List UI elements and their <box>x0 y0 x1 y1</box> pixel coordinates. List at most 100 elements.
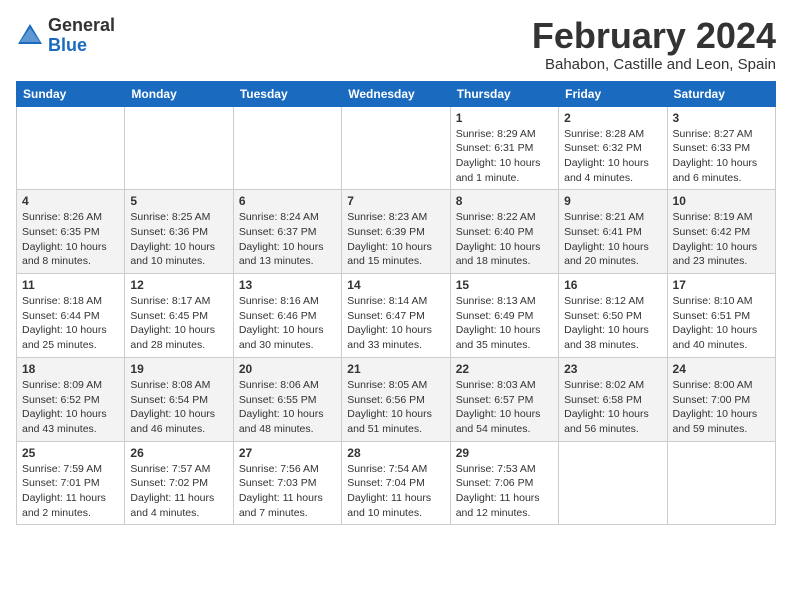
day-info: Sunrise: 7:57 AMSunset: 7:02 PMDaylight:… <box>130 462 227 521</box>
calendar-week-row: 4 Sunrise: 8:26 AMSunset: 6:35 PMDaylight… <box>17 190 776 274</box>
calendar-cell: 1 Sunrise: 8:29 AMSunset: 6:31 PMDaylight… <box>450 106 558 190</box>
calendar-cell: 28Sunrise: 7:54 AMSunset: 7:04 PMDayligh… <box>342 441 450 525</box>
day-number: 3 <box>673 111 770 125</box>
day-number: 4 <box>22 194 119 208</box>
day-info: Sunrise: 8:25 AMSunset: 6:36 PMDaylight:… <box>130 210 227 269</box>
day-number: 6 <box>239 194 336 208</box>
calendar-cell: 6 Sunrise: 8:24 AMSunset: 6:37 PMDaylight… <box>233 190 341 274</box>
day-info: Sunrise: 8:26 AMSunset: 6:35 PMDaylight:… <box>22 210 119 269</box>
calendar-header-row: SundayMondayTuesdayWednesdayThursdayFrid… <box>17 81 776 106</box>
calendar-cell: 9 Sunrise: 8:21 AMSunset: 6:41 PMDaylight… <box>559 190 667 274</box>
day-number: 21 <box>347 362 444 376</box>
calendar-cell <box>559 441 667 525</box>
day-info: Sunrise: 8:19 AMSunset: 6:42 PMDaylight:… <box>673 210 770 269</box>
day-number: 17 <box>673 278 770 292</box>
calendar-week-row: 11Sunrise: 8:18 AMSunset: 6:44 PMDayligh… <box>17 274 776 358</box>
day-info: Sunrise: 8:09 AMSunset: 6:52 PMDaylight:… <box>22 378 119 437</box>
day-number: 24 <box>673 362 770 376</box>
day-info: Sunrise: 8:05 AMSunset: 6:56 PMDaylight:… <box>347 378 444 437</box>
day-number: 2 <box>564 111 661 125</box>
day-info: Sunrise: 8:14 AMSunset: 6:47 PMDaylight:… <box>347 294 444 353</box>
day-number: 1 <box>456 111 553 125</box>
calendar-cell: 29Sunrise: 7:53 AMSunset: 7:06 PMDayligh… <box>450 441 558 525</box>
day-info: Sunrise: 8:10 AMSunset: 6:51 PMDaylight:… <box>673 294 770 353</box>
day-number: 28 <box>347 446 444 460</box>
logo: General Blue <box>16 16 115 56</box>
day-info: Sunrise: 8:21 AMSunset: 6:41 PMDaylight:… <box>564 210 661 269</box>
calendar-header-wednesday: Wednesday <box>342 81 450 106</box>
day-number: 20 <box>239 362 336 376</box>
day-info: Sunrise: 8:17 AMSunset: 6:45 PMDaylight:… <box>130 294 227 353</box>
day-number: 22 <box>456 362 553 376</box>
day-info: Sunrise: 7:59 AMSunset: 7:01 PMDaylight:… <box>22 462 119 521</box>
calendar-cell: 16 Sunrise: 8:12 AMSunset: 6:50 PMDayligh… <box>559 274 667 358</box>
calendar-week-row: 25 Sunrise: 7:59 AMSunset: 7:01 PMDayligh… <box>17 441 776 525</box>
month-title: February 2024 <box>532 16 776 56</box>
day-number: 18 <box>22 362 119 376</box>
day-info: Sunrise: 8:22 AMSunset: 6:40 PMDaylight:… <box>456 210 553 269</box>
logo-text: General Blue <box>48 16 115 56</box>
day-info: Sunrise: 8:00 AMSunset: 7:00 PMDaylight:… <box>673 378 770 437</box>
day-info: Sunrise: 8:23 AMSunset: 6:39 PMDaylight:… <box>347 210 444 269</box>
day-number: 13 <box>239 278 336 292</box>
calendar-cell: 26 Sunrise: 7:57 AMSunset: 7:02 PMDayligh… <box>125 441 233 525</box>
calendar-cell <box>667 441 775 525</box>
day-number: 15 <box>456 278 553 292</box>
calendar-header-thursday: Thursday <box>450 81 558 106</box>
calendar-cell <box>342 106 450 190</box>
day-info: Sunrise: 8:02 AMSunset: 6:58 PMDaylight:… <box>564 378 661 437</box>
calendar-cell: 20Sunrise: 8:06 AMSunset: 6:55 PMDayligh… <box>233 357 341 441</box>
calendar-cell: 22 Sunrise: 8:03 AMSunset: 6:57 PMDayligh… <box>450 357 558 441</box>
calendar-week-row: 18 Sunrise: 8:09 AMSunset: 6:52 PMDayligh… <box>17 357 776 441</box>
day-info: Sunrise: 8:12 AMSunset: 6:50 PMDaylight:… <box>564 294 661 353</box>
day-number: 26 <box>130 446 227 460</box>
calendar-table: SundayMondayTuesdayWednesdayThursdayFrid… <box>16 81 776 526</box>
calendar-cell: 27 Sunrise: 7:56 AMSunset: 7:03 PMDayligh… <box>233 441 341 525</box>
calendar-cell: 7 Sunrise: 8:23 AMSunset: 6:39 PMDaylight… <box>342 190 450 274</box>
calendar-cell: 2 Sunrise: 8:28 AMSunset: 6:32 PMDaylight… <box>559 106 667 190</box>
location-subtitle: Bahabon, Castille and Leon, Spain <box>532 56 776 73</box>
logo-icon <box>16 22 44 50</box>
calendar-cell: 25 Sunrise: 7:59 AMSunset: 7:01 PMDayligh… <box>17 441 125 525</box>
day-info: Sunrise: 8:13 AMSunset: 6:49 PMDaylight:… <box>456 294 553 353</box>
day-info: Sunrise: 8:27 AMSunset: 6:33 PMDaylight:… <box>673 127 770 186</box>
day-number: 23 <box>564 362 661 376</box>
calendar-cell: 10Sunrise: 8:19 AMSunset: 6:42 PMDayligh… <box>667 190 775 274</box>
calendar-cell: 14 Sunrise: 8:14 AMSunset: 6:47 PMDayligh… <box>342 274 450 358</box>
day-info: Sunrise: 8:24 AMSunset: 6:37 PMDaylight:… <box>239 210 336 269</box>
day-number: 14 <box>347 278 444 292</box>
calendar-header-tuesday: Tuesday <box>233 81 341 106</box>
day-info: Sunrise: 7:56 AMSunset: 7:03 PMDaylight:… <box>239 462 336 521</box>
day-info: Sunrise: 8:28 AMSunset: 6:32 PMDaylight:… <box>564 127 661 186</box>
calendar-cell: 11Sunrise: 8:18 AMSunset: 6:44 PMDayligh… <box>17 274 125 358</box>
day-number: 16 <box>564 278 661 292</box>
calendar-cell: 19 Sunrise: 8:08 AMSunset: 6:54 PMDayligh… <box>125 357 233 441</box>
day-number: 11 <box>22 278 119 292</box>
calendar-cell <box>17 106 125 190</box>
calendar-header-sunday: Sunday <box>17 81 125 106</box>
calendar-cell: 3 Sunrise: 8:27 AMSunset: 6:33 PMDaylight… <box>667 106 775 190</box>
day-info: Sunrise: 7:53 AMSunset: 7:06 PMDaylight:… <box>456 462 553 521</box>
day-number: 9 <box>564 194 661 208</box>
calendar-cell: 8 Sunrise: 8:22 AMSunset: 6:40 PMDaylight… <box>450 190 558 274</box>
calendar-cell: 24 Sunrise: 8:00 AMSunset: 7:00 PMDayligh… <box>667 357 775 441</box>
calendar-cell: 18 Sunrise: 8:09 AMSunset: 6:52 PMDayligh… <box>17 357 125 441</box>
calendar-cell <box>233 106 341 190</box>
calendar-header-monday: Monday <box>125 81 233 106</box>
day-number: 27 <box>239 446 336 460</box>
calendar-cell <box>125 106 233 190</box>
calendar-cell: 23 Sunrise: 8:02 AMSunset: 6:58 PMDayligh… <box>559 357 667 441</box>
day-info: Sunrise: 8:16 AMSunset: 6:46 PMDaylight:… <box>239 294 336 353</box>
day-number: 8 <box>456 194 553 208</box>
page-header: General Blue February 2024 Bahabon, Cast… <box>16 16 776 73</box>
day-number: 7 <box>347 194 444 208</box>
day-info: Sunrise: 8:03 AMSunset: 6:57 PMDaylight:… <box>456 378 553 437</box>
day-number: 19 <box>130 362 227 376</box>
calendar-cell: 12Sunrise: 8:17 AMSunset: 6:45 PMDayligh… <box>125 274 233 358</box>
day-info: Sunrise: 8:29 AMSunset: 6:31 PMDaylight:… <box>456 127 553 186</box>
calendar-cell: 13 Sunrise: 8:16 AMSunset: 6:46 PMDayligh… <box>233 274 341 358</box>
day-number: 25 <box>22 446 119 460</box>
title-block: February 2024 Bahabon, Castille and Leon… <box>532 16 776 73</box>
day-info: Sunrise: 8:08 AMSunset: 6:54 PMDaylight:… <box>130 378 227 437</box>
calendar-header-friday: Friday <box>559 81 667 106</box>
